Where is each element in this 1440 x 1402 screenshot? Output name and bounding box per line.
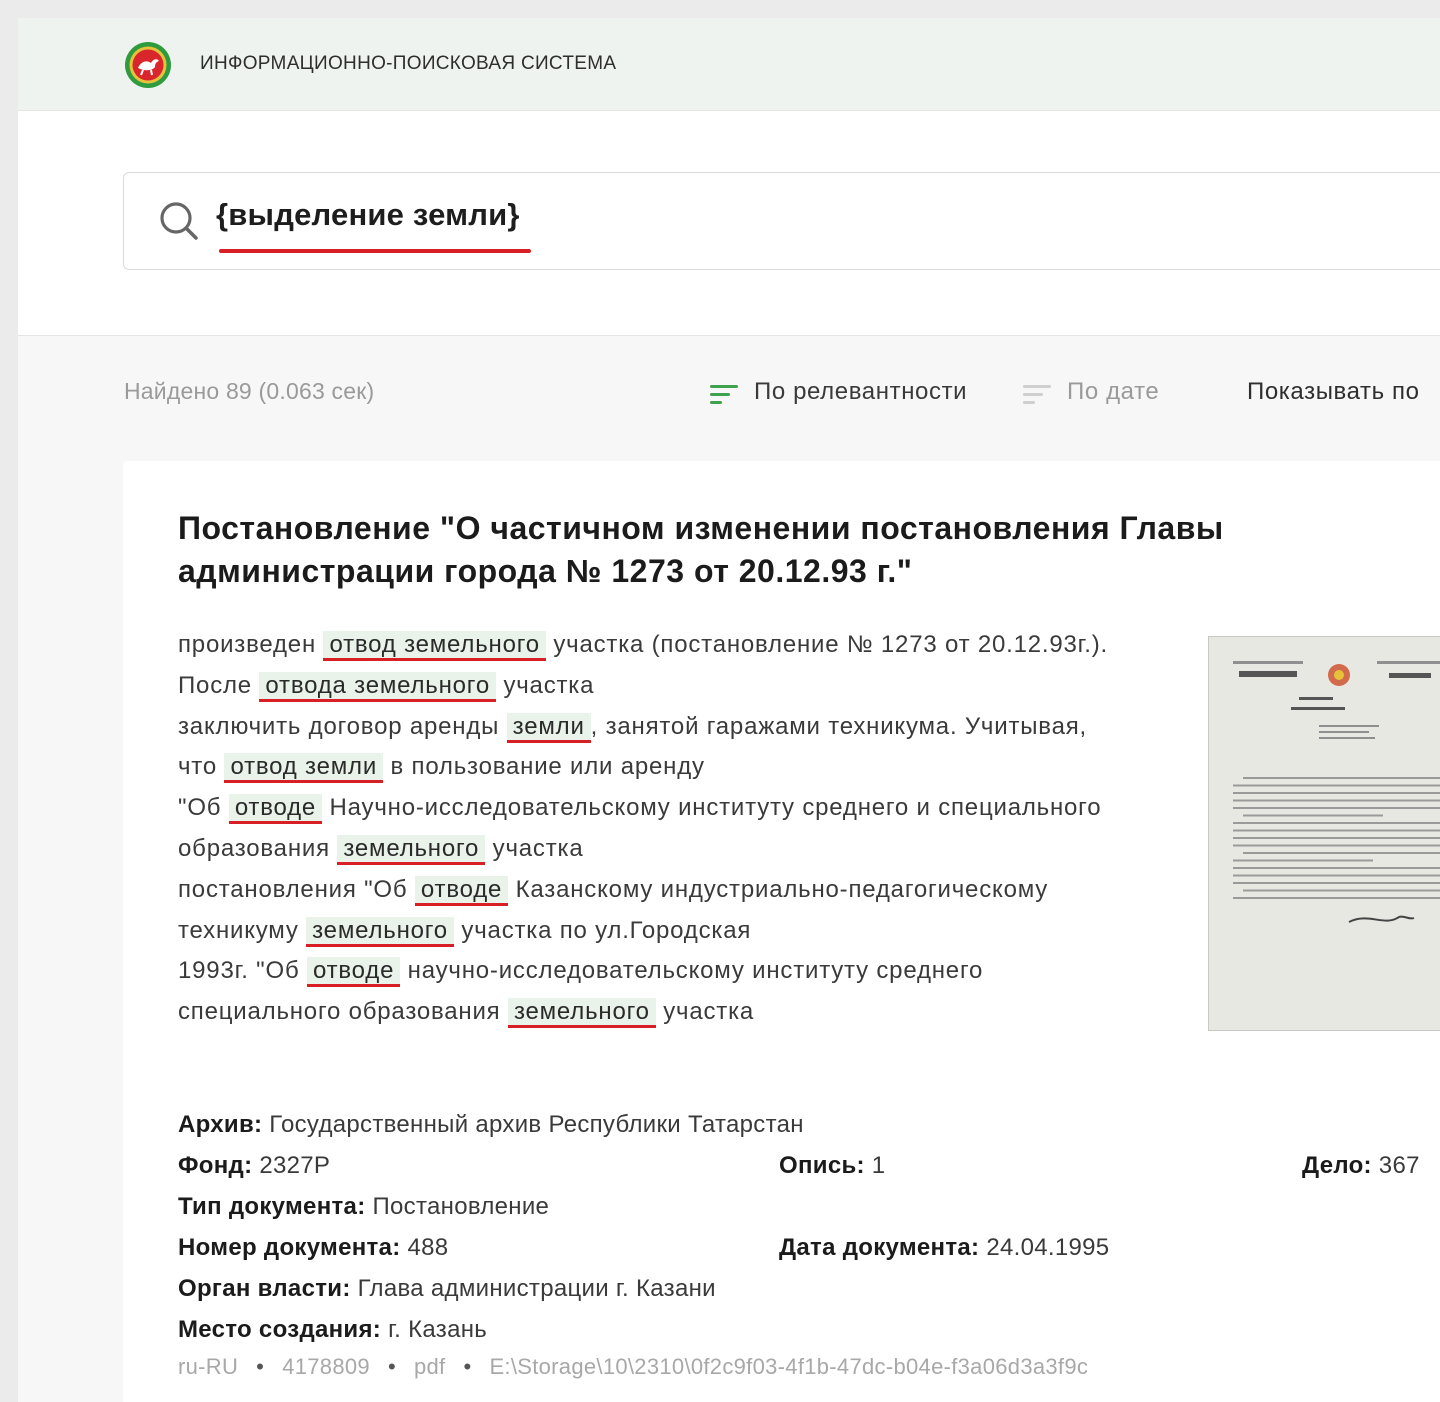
spellcheck-underline [219,249,531,253]
meta-opis: Опись: 1 [779,1152,885,1180]
highlighted-term: земли [506,712,591,743]
snippet-line: образования земельного участка [178,829,1188,870]
meta-label: Орган власти: [178,1275,351,1302]
meta-value: 367 [1378,1152,1420,1179]
snippet-text: участка (постановление № 1273 от 20.12.9… [545,631,1109,658]
meta-archive: Архив: Государственный архив Республики … [178,1111,804,1139]
doc-format: pdf [413,1354,446,1379]
snippet-text: участка [495,671,595,699]
highlighted-term: отводе [228,794,323,825]
tatarstan-emblem-icon[interactable] [124,41,172,89]
document-technical-info: ru-RU • 4178809 • pdf • E:\Storage\10\2310\0f2… [178,1354,1089,1379]
snippet-line: техникуму земельного участка по ул.Город… [178,911,1188,952]
snippet-line: произведен отвод земельного участка (пос… [178,625,1188,666]
snippet-text: После [178,671,260,699]
search-input[interactable]: {выделение земли} [123,172,1440,270]
meta-label: Номер документа: [178,1234,401,1261]
meta-value: 24.04.1995 [986,1234,1110,1261]
snippet-text: , занятой гаражами техникума. Учитывая, [590,712,1087,740]
snippet-text: участка [485,834,584,862]
document-snippet: произведен отвод земельного участка (пос… [178,625,1188,1033]
doc-storage-path[interactable]: E:\Storage\10\2310\0f2c9f03-4f1b-47dc-b0… [489,1354,1088,1379]
doc-id: 4178809 [282,1354,370,1379]
search-query-text[interactable]: {выделение земли} [216,197,520,233]
meta-value: Постановление [372,1193,550,1220]
meta-number: Номер документа: 488 [178,1234,448,1262]
page-size-selector[interactable]: Показывать по [1247,378,1420,406]
meta-value: Глава администрации г. Казани [357,1275,716,1302]
meta-authority: Орган власти: Глава администрации г. Каз… [178,1275,716,1303]
sort-relevance-label: По релевантности [754,378,968,405]
document-scan-image [1209,637,1440,1030]
snippet-text: постановления "Об [178,875,415,903]
snippet-line: После отвода земельного участка [178,666,1188,707]
snippet-text: научно-исследовательскому институту сред… [400,957,984,985]
results-count: Найдено 89 (0.063 сек) [124,378,375,404]
snippet-line: постановления "Об отводе Казанскому инду… [178,870,1188,911]
meta-label: Дело: [1302,1152,1372,1179]
header: ИНФОРМАЦИОННО-ПОИСКОВАЯ СИСТЕМА [18,18,1440,111]
meta-place: Место создания: г. Казань [178,1316,487,1344]
snippet-text: в пользование или аренду [383,753,705,781]
snippet-text: участка [655,998,755,1026]
result-card: Постановление "О частичном изменении пос… [123,461,1440,1402]
search-section: {выделение земли} [18,111,1440,336]
snippet-line: 1993г. "Об отводе научно-исследовательск… [178,951,1188,992]
meta-label: Место создания: [178,1316,382,1343]
snippet-text: заключить договор аренды [178,712,507,740]
highlighted-term: земельного [507,998,656,1029]
snippet-text: участка по ул.Городская [453,916,752,944]
highlighted-term: отводе [306,957,401,988]
meta-value: 488 [407,1234,449,1261]
app-frame: ИНФОРМАЦИОННО-ПОИСКОВАЯ СИСТЕМА {выделен… [18,18,1440,1402]
snippet-text: произведен [178,631,324,658]
system-title: ИНФОРМАЦИОННО-ПОИСКОВАЯ СИСТЕМА [200,53,617,74]
meta-value: 2327Р [259,1152,331,1179]
highlighted-term: отводе [414,875,509,906]
sort-by-relevance[interactable]: По релевантности [708,378,967,406]
meta-value: г. Казань [388,1316,488,1343]
snippet-line: специального образования земельного учас… [178,992,1188,1033]
snippet-line: что отвод земли в пользование или аренду [178,747,1188,788]
snippet-text: образования [178,834,338,862]
snippet-line: "Об отводе Научно-исследовательскому инс… [178,788,1188,829]
results-toolbar: Найдено 89 (0.063 сек) По релевантности … [18,336,1440,456]
meta-label: Архив: [178,1111,263,1138]
snippet-line: заключить договор аренды земли, занятой … [178,707,1188,748]
sort-date-label: По дате [1067,378,1160,405]
meta-label: Дата документа: [779,1234,980,1261]
meta-value: Государственный архив Республики Татарст… [269,1111,804,1138]
meta-type: Тип документа: Постановление [178,1193,549,1221]
sort-icon [1023,385,1051,404]
meta-label: Опись: [779,1152,865,1179]
snippet-text: что [178,753,225,781]
snippet-text: Научно-исследовательскому институту сред… [322,794,1102,822]
sort-by-date[interactable]: По дате [1021,378,1159,406]
highlighted-term: отвод земельного [323,631,546,661]
meta-value: 1 [871,1152,886,1179]
document-title[interactable]: Постановление "О частичном изменении пос… [178,507,1278,593]
meta-delo: Дело: 367 [1302,1152,1420,1180]
meta-date: Дата документа: 24.04.1995 [779,1234,1109,1262]
meta-label: Тип документа: [178,1193,366,1220]
highlighted-term: отвода земельного [259,671,496,702]
doc-language: ru-RU [178,1354,239,1379]
highlighted-term: отвод земли [224,753,384,784]
snippet-text: специального образования [178,998,508,1026]
snippet-text: техникуму [178,916,307,944]
meta-label: Фонд: [178,1152,253,1179]
sort-icon [710,385,738,404]
highlighted-term: земельного [337,834,486,865]
meta-fond: Фонд: 2327Р [178,1152,330,1180]
search-icon[interactable] [158,200,200,242]
highlighted-term: земельного [306,916,454,947]
snippet-text: "Об [178,794,229,822]
snippet-text: Казанскому индустриально-педагогическому [508,875,1049,903]
snippet-text: 1993г. "Об [178,957,307,985]
document-thumbnail[interactable] [1208,636,1440,1031]
